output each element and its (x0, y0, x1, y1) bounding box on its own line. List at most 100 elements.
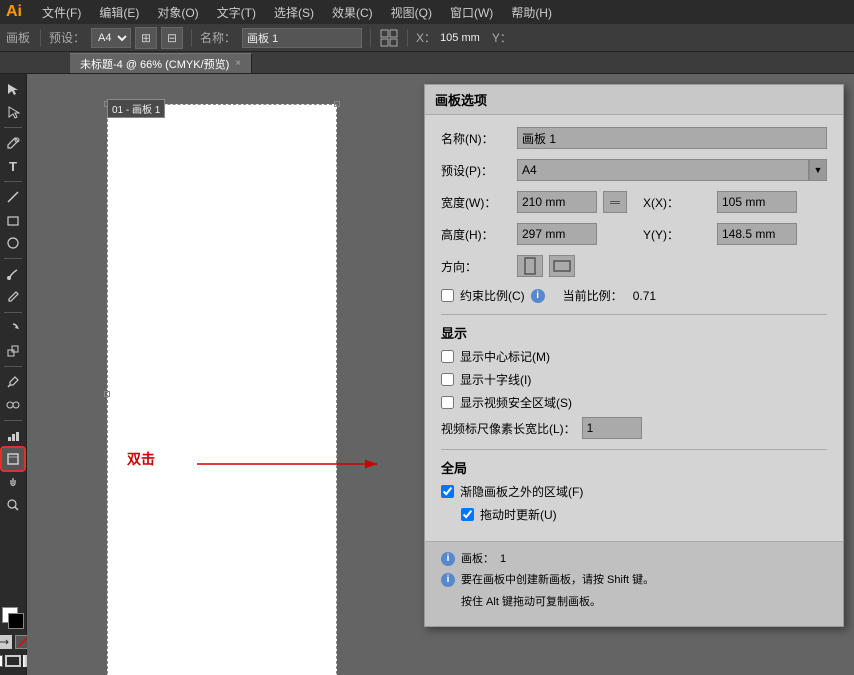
y-coord-group: Y(Y)： (643, 223, 797, 245)
dialog-y-input[interactable] (717, 223, 797, 245)
hint1-row: i 要在画板中创建新画板，请按 Shift 键。 (441, 573, 827, 588)
tool-separator-6 (4, 420, 22, 421)
divider-1 (441, 314, 827, 315)
tool-artboard[interactable] (2, 448, 24, 470)
handle-top-right[interactable] (334, 101, 340, 107)
color-swatches[interactable] (2, 607, 24, 629)
current-ratio-label: 当前比例： (563, 287, 623, 304)
center-mark-checkbox[interactable] (441, 350, 454, 363)
center-mark-row: 显示中心标记(M) (441, 348, 827, 365)
menu-help[interactable]: 帮助(H) (503, 2, 560, 23)
x-label: X： (416, 29, 436, 46)
safe-area-checkbox[interactable] (441, 396, 454, 409)
tab-title: 未标题-4 @ 66% (CMYK/预览) (80, 56, 229, 72)
safe-area-label: 显示视频安全区域(S) (460, 394, 572, 411)
tool-scale[interactable] (2, 340, 24, 362)
crosshair-checkbox[interactable] (441, 373, 454, 386)
tool-hand[interactable] (2, 471, 24, 493)
dialog-preset-label: 预设(P)： (441, 162, 511, 179)
constrain-ratio-label: 约束比例(C) (460, 287, 525, 304)
tool-brush[interactable] (2, 263, 24, 285)
dialog-title: 画板选项 (425, 85, 843, 115)
canvas-label: 01 - 画板 1 (107, 99, 165, 118)
tool-direct-select[interactable] (2, 101, 24, 123)
landscape-btn[interactable] (549, 255, 575, 277)
x-value: 105 mm (440, 32, 480, 44)
options-bar: 画板 预设： A4 ⊞ ⊟ 名称： X： 105 mm Y： (0, 24, 854, 52)
constrain-ratio-checkbox[interactable] (441, 289, 454, 302)
tool-ellipse[interactable] (2, 232, 24, 254)
video-ratio-input[interactable] (582, 417, 642, 439)
dialog-name-input[interactable] (517, 127, 827, 149)
app-logo: Ai (6, 3, 22, 21)
tool-type[interactable]: T (2, 155, 24, 177)
artboard-count-value: 1 (500, 552, 506, 567)
artboard-options-dialog: 画板选项 名称(N)： 预设(P)： ▼ 宽度(W)： (424, 84, 844, 627)
dialog-width-label: 宽度(W)： (441, 194, 511, 211)
fill-icon[interactable] (0, 655, 3, 667)
video-ratio-label: 视频标尺像素长宽比(L)： (441, 420, 576, 437)
portrait-btn[interactable] (517, 255, 543, 277)
swap-colors-icon[interactable] (0, 635, 12, 649)
preset-row: 预设(P)： ▼ (441, 159, 827, 181)
menu-select[interactable]: 选择(S) (266, 2, 322, 23)
menu-effect[interactable]: 效果(C) (324, 2, 381, 23)
orientation-label: 方向： (441, 258, 511, 275)
document-tab[interactable]: 未标题-4 @ 66% (CMYK/预览) × (70, 53, 252, 73)
handle-middle-left[interactable] (104, 391, 110, 397)
link-dimensions-icon[interactable] (603, 191, 627, 213)
name-label: 名称： (200, 29, 236, 46)
name-row: 名称(N)： (441, 127, 827, 149)
fade-checkbox[interactable] (441, 485, 454, 498)
menu-window[interactable]: 窗口(W) (442, 2, 501, 23)
update-drag-checkbox[interactable] (461, 508, 474, 521)
menu-edit[interactable]: 编辑(E) (91, 2, 147, 23)
tab-close[interactable]: × (235, 58, 241, 69)
stroke-icon[interactable] (5, 655, 21, 667)
info-icon-hint1: i (441, 573, 455, 587)
tool-column-graph[interactable] (2, 425, 24, 447)
preset-dropdown-arrow[interactable]: ▼ (809, 159, 827, 181)
video-ratio-row: 视频标尺像素长宽比(L)： (441, 417, 827, 439)
crosshair-label: 显示十字线(I) (460, 371, 531, 388)
height-y-row: 高度(H)： Y(Y)： (441, 223, 827, 245)
menu-object[interactable]: 对象(O) (149, 2, 206, 23)
constrain-ratio-row: 约束比例(C) i 当前比例： 0.71 (441, 287, 827, 304)
dialog-height-input[interactable] (517, 223, 597, 245)
menu-file[interactable]: 文件(F) (34, 2, 89, 23)
preset-select[interactable]: A4 (91, 28, 131, 48)
tool-rotate[interactable] (2, 317, 24, 339)
hint2-row: 按住 Alt 键拖动可复制画板。 (441, 595, 827, 610)
tool-zoom[interactable] (2, 494, 24, 516)
fade-label: 渐隐画板之外的区域(F) (460, 483, 583, 500)
tool-eyedropper[interactable] (2, 371, 24, 393)
update-drag-row: 拖动时更新(U) (461, 506, 827, 523)
crosshair-row: 显示十字线(I) (441, 371, 827, 388)
background-color[interactable] (8, 613, 24, 629)
name-input[interactable] (242, 28, 362, 48)
dialog-preset-input[interactable] (517, 159, 809, 181)
icon-btn-2[interactable]: ⊟ (161, 27, 183, 49)
dialog-x-input[interactable] (717, 191, 797, 213)
canvas-label-text: 01 - 画板 1 (112, 101, 160, 116)
divider-2 (441, 449, 827, 450)
x-coord-group: X(X)： (643, 191, 797, 213)
center-mark-label: 显示中心标记(M) (460, 348, 550, 365)
tool-separator-2 (4, 181, 22, 182)
icon-btn-1[interactable]: ⊞ (135, 27, 157, 49)
dialog-name-label: 名称(N)： (441, 130, 511, 147)
tool-select[interactable] (2, 78, 24, 100)
display-section-label: 显示 (441, 323, 827, 342)
tool-separator-5 (4, 366, 22, 367)
tool-pencil[interactable] (2, 286, 24, 308)
menu-text[interactable]: 文字(T) (209, 2, 264, 23)
tool-pen[interactable] (2, 132, 24, 154)
tool-rect[interactable] (2, 209, 24, 231)
artboard-count-row: i 画板： 1 (441, 552, 827, 567)
current-ratio-value: 0.71 (633, 289, 656, 303)
dialog-width-input[interactable] (517, 191, 597, 213)
tool-blend[interactable] (2, 394, 24, 416)
menu-view[interactable]: 视图(Q) (383, 2, 440, 23)
tool-line[interactable] (2, 186, 24, 208)
artboard-canvas (107, 104, 337, 675)
